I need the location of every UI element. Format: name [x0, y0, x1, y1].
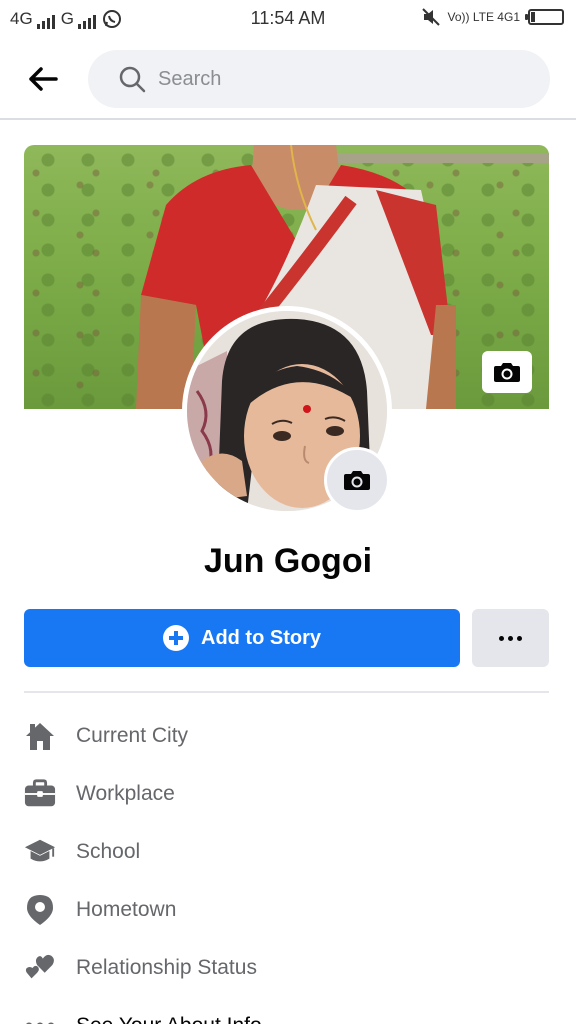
- edit-cover-photo-button[interactable]: [482, 351, 532, 393]
- section-divider: [24, 691, 549, 693]
- edit-profile-picture-button[interactable]: [324, 447, 390, 513]
- network-type-right: Vo)) LTE 4G1: [447, 10, 520, 24]
- info-item-label: Workplace: [76, 782, 175, 805]
- top-header: [0, 38, 576, 120]
- info-item-label: Relationship Status: [76, 956, 257, 979]
- graduation-cap-icon: [24, 836, 56, 868]
- profile-info-list: Current City Workplace School Hometown R…: [0, 707, 576, 1024]
- info-item-school[interactable]: School: [0, 823, 576, 881]
- briefcase-icon: [24, 778, 56, 810]
- more-options-button[interactable]: [472, 609, 549, 667]
- search-bar[interactable]: [88, 50, 550, 108]
- home-icon: [24, 720, 56, 752]
- info-item-workplace[interactable]: Workplace: [0, 765, 576, 823]
- info-item-label: Current City: [76, 724, 189, 747]
- mute-icon: [421, 8, 440, 26]
- more-dots-icon: [24, 1010, 56, 1024]
- status-bar-right: Vo)) LTE 4G1: [421, 8, 564, 26]
- location-pin-icon: [24, 894, 56, 926]
- info-item-label: School: [76, 840, 141, 863]
- camera-icon: [494, 363, 520, 382]
- info-item-label: See Your About Info: [76, 1014, 262, 1024]
- info-item-label: Hometown: [76, 898, 177, 921]
- add-to-story-label: Add to Story: [201, 626, 321, 649]
- arrow-left-icon: [29, 67, 58, 91]
- profile-name: Jun Gogoi: [203, 542, 373, 580]
- camera-icon: [344, 471, 370, 490]
- add-to-story-button[interactable]: Add to Story: [24, 609, 460, 667]
- info-item-hometown[interactable]: Hometown: [0, 881, 576, 939]
- status-bar: 4G G 11:54 AM Vo)) LTE 4G1: [0, 0, 576, 38]
- plus-circle-icon: [163, 625, 189, 651]
- info-item-current-city[interactable]: Current City: [0, 707, 576, 765]
- info-item-see-about-info[interactable]: See Your About Info: [0, 997, 576, 1024]
- search-input[interactable]: [158, 67, 518, 91]
- battery-icon: [525, 9, 564, 25]
- more-dots-icon: [499, 635, 522, 641]
- info-item-relationship-status[interactable]: Relationship Status: [0, 939, 576, 997]
- search-icon: [119, 66, 146, 93]
- heart-icon: [24, 952, 56, 984]
- back-button[interactable]: [26, 62, 60, 96]
